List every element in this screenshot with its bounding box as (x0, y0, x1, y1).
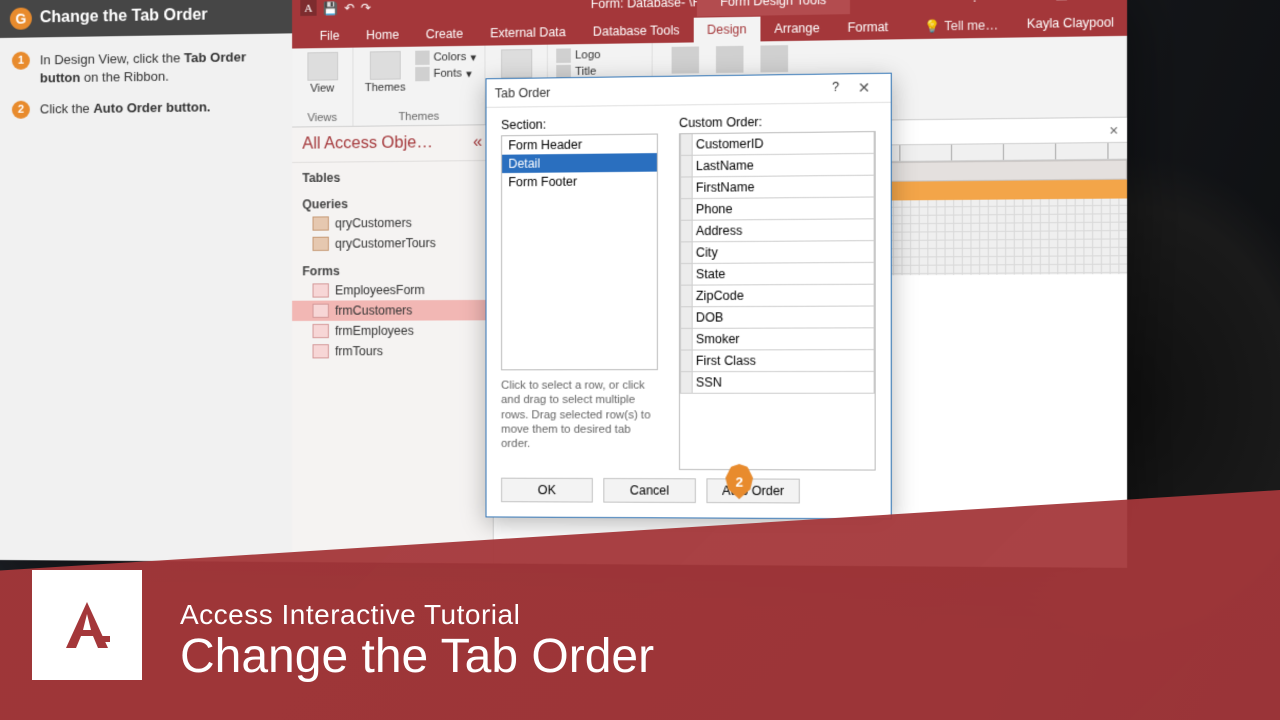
ribbon-tab-external-data[interactable]: External Data (477, 20, 580, 46)
logo-button[interactable]: Logo (556, 48, 600, 63)
nav-item-qrycustomers[interactable]: qryCustomers (292, 212, 493, 234)
signed-in-user[interactable]: Kayla Claypool (1027, 15, 1114, 31)
section-item[interactable]: Form Header (502, 135, 657, 155)
save-icon[interactable]: 💾 (323, 1, 338, 15)
tutorial-steps: 1 In Design View, click the Tab Order but… (0, 33, 292, 119)
add-fields-icon[interactable] (672, 46, 699, 73)
form-icon (313, 344, 329, 358)
undo-icon[interactable]: ↶ (344, 1, 354, 15)
ribbon-tab-create[interactable]: Create (412, 21, 476, 46)
group-views-label: Views (300, 110, 344, 125)
navigation-pane[interactable]: All Access Obje…« TablesQueriesqryCustom… (292, 125, 494, 563)
custom-order-item[interactable]: FirstName (680, 175, 875, 200)
property-sheet-icon[interactable] (716, 46, 744, 73)
ribbon-tab-file[interactable]: File (306, 23, 352, 48)
dialog-close-button[interactable]: ✕ (846, 79, 882, 97)
nav-item-frmcustomers[interactable]: frmCustomers (292, 300, 493, 321)
quick-access-toolbar[interactable]: A 💾 ↶ ↷ (292, 0, 379, 19)
banner-subtitle: Access Interactive Tutorial (180, 599, 1250, 631)
step-text: In Design View, click the Tab Order butt… (40, 48, 280, 87)
banner-title: Change the Tab Order (180, 631, 1250, 684)
step-text: Click the Auto Order button. (40, 98, 211, 118)
access-logo-square (32, 570, 142, 680)
tutorial-step: 1 In Design View, click the Tab Order but… (12, 48, 280, 87)
nav-item-qrycustomertours[interactable]: qryCustomerTours (292, 232, 493, 254)
ribbon-tab-arrange[interactable]: Arrange (760, 15, 833, 41)
custom-order-item[interactable]: LastName (680, 153, 875, 178)
ok-button[interactable]: OK (501, 478, 593, 503)
tab-order-dialog: Tab Order ? ✕ Section: Form HeaderDetail… (485, 73, 891, 520)
nav-section-head[interactable]: Tables (292, 167, 493, 187)
themes-button[interactable]: Themes (362, 51, 409, 94)
group-themes-label: Themes (362, 108, 476, 124)
logo-icon (556, 48, 571, 63)
fonts-button[interactable]: Fonts ▾ (415, 66, 476, 81)
nav-item-frmemployees[interactable]: frmEmployees (292, 320, 493, 341)
section-item[interactable]: Form Footer (502, 172, 657, 192)
query-icon (313, 237, 329, 251)
step-number: 2 (12, 101, 30, 119)
custom-order-label: Custom Order: (679, 113, 876, 130)
minimize-button[interactable]: — (996, 0, 1039, 12)
redo-icon[interactable]: ↷ (361, 1, 371, 15)
nav-item-employeesform[interactable]: EmployeesForm (292, 279, 493, 300)
dialog-title: Tab Order (495, 85, 551, 100)
tab-order-icon[interactable] (760, 45, 788, 72)
customguide-logo: G (10, 7, 32, 29)
dialog-help-button[interactable]: ? (832, 80, 839, 98)
view-button[interactable]: View (300, 52, 344, 95)
ribbon-tab-database-tools[interactable]: Database Tools (579, 18, 693, 44)
custom-order-item[interactable]: City (680, 240, 875, 264)
navpane-title: All Access Obje… (302, 134, 433, 154)
help-button[interactable]: ? (953, 0, 996, 12)
nav-section-head[interactable]: Queries (292, 194, 493, 214)
form-icon (313, 283, 329, 297)
custom-order-item[interactable]: SSN (680, 371, 875, 394)
ribbon-tab-design[interactable]: Design (693, 17, 760, 43)
cancel-button[interactable]: Cancel (603, 478, 696, 503)
custom-order-item[interactable]: Smoker (680, 327, 875, 350)
colors-button[interactable]: Colors ▾ (415, 50, 476, 65)
form-icon (313, 324, 329, 338)
tutorial-step: 2 Click the Auto Order button. (12, 97, 280, 119)
fonts-icon (415, 67, 429, 81)
svg-text:A: A (304, 2, 312, 14)
ribbon-tab-format[interactable]: Format (834, 14, 903, 40)
section-label: Section: (501, 116, 658, 132)
tutorial-title: Change the Tab Order (40, 6, 208, 27)
nav-section-head[interactable]: Forms (292, 261, 493, 280)
custom-order-item[interactable]: Phone (680, 196, 875, 220)
tab-close-icon[interactable]: × (1101, 121, 1127, 138)
navpane-collapse-icon[interactable]: « (473, 133, 482, 151)
query-icon (313, 216, 329, 230)
dialog-hint: Click to select a row, or click and drag… (501, 370, 658, 462)
form-icon (313, 304, 329, 318)
ribbon-tab-home[interactable]: Home (353, 22, 413, 47)
nav-item-frmtours[interactable]: frmTours (292, 341, 493, 362)
auto-order-button[interactable]: Auto Order (706, 478, 799, 503)
custom-order-item[interactable]: First Class (680, 349, 875, 372)
tell-me[interactable]: 💡 Tell me… (911, 13, 1013, 40)
section-item[interactable]: Detail (502, 153, 657, 173)
custom-order-item[interactable]: ZipCode (680, 284, 875, 308)
tutorial-header: G Change the Tab Order (0, 0, 292, 38)
tutorial-sidebar: G Change the Tab Order 1 In Design View, … (0, 0, 292, 562)
section-listbox[interactable]: Form HeaderDetailForm Footer (501, 134, 658, 371)
custom-order-item[interactable]: State (680, 262, 875, 286)
custom-order-item[interactable]: Address (680, 218, 875, 242)
maximize-button[interactable]: ☐ (1040, 0, 1084, 11)
access-icon: A (300, 0, 316, 19)
monitor-frame: G Change the Tab Order 1 In Design View, … (0, 0, 1127, 568)
colors-icon (415, 51, 429, 65)
custom-order-listbox[interactable]: CustomerIDLastNameFirstNamePhoneAddressC… (679, 131, 876, 471)
step-number: 1 (12, 52, 30, 70)
custom-order-item[interactable]: DOB (680, 305, 875, 328)
access-logo (58, 596, 116, 654)
